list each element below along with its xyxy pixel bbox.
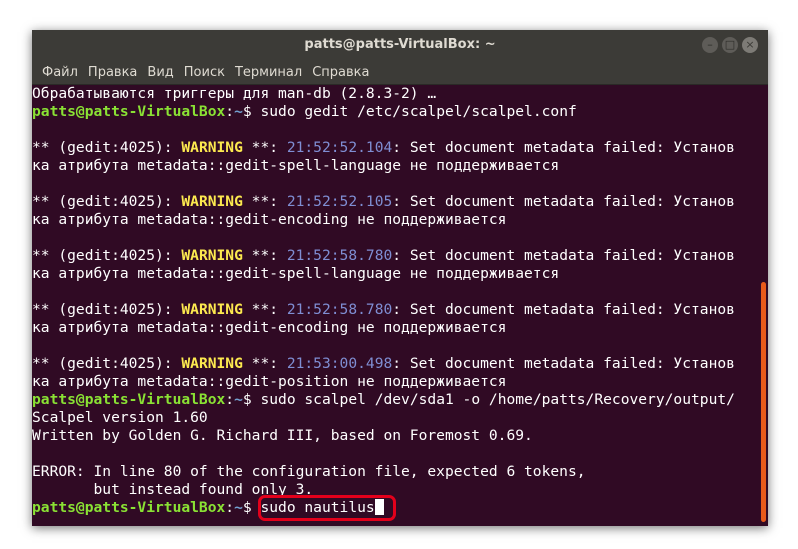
terminal-line: but instead found only 3.: [32, 481, 758, 499]
menu-terminal[interactable]: Терминал: [230, 65, 307, 80]
warning-message: : Set document metadata failed: Установ: [392, 355, 735, 372]
terminal-line: ка атрибута metadata::gedit-encoding не …: [32, 319, 758, 337]
terminal-window: patts@patts-VirtualBox: ~ – □ × Файл Пра…: [32, 30, 768, 526]
warning-source: ** (gedit:4025):: [32, 139, 182, 156]
prompt-path: ~: [234, 499, 243, 516]
menu-file[interactable]: Файл: [37, 65, 83, 80]
window-controls: – □ ×: [702, 37, 758, 53]
prompt-symbol: $: [242, 103, 261, 120]
terminal-line: ка атрибута metadata::gedit-spell-langua…: [32, 265, 758, 283]
warning-source: ** (gedit:4025):: [32, 301, 182, 318]
prompt-line: patts@patts-VirtualBox:~$ sudo gedit /et…: [32, 103, 758, 121]
warning-line: ** (gedit:4025): WARNING **: 21:53:00.49…: [32, 355, 758, 373]
prompt-user: patts@patts-VirtualBox: [32, 499, 226, 516]
warning-stars: **:: [242, 301, 287, 318]
warning-timestamp: 21:52:52.105: [286, 193, 393, 210]
warning-timestamp: 21:52:58.780: [286, 301, 393, 318]
warning-stars: **:: [242, 247, 287, 264]
command-text: sudo gedit /etc/scalpel/scalpel.conf: [260, 103, 577, 120]
terminal-line: ка атрибута metadata::gedit-encoding не …: [32, 211, 758, 229]
output-text: Scalpel version 1.60: [32, 409, 208, 426]
output-text: ка атрибута metadata::gedit-encoding не …: [32, 211, 507, 228]
prompt-separator: :: [225, 391, 235, 408]
prompt-path: ~: [234, 103, 243, 120]
warning-message: : Set document metadata failed: Установ: [392, 193, 735, 210]
warning-level: WARNING: [181, 139, 243, 156]
terminal-line: Scalpel version 1.60: [32, 409, 758, 427]
prompt-path: ~: [234, 391, 243, 408]
menu-view[interactable]: Вид: [142, 65, 178, 80]
warning-timestamp: 21:53:00.498: [286, 355, 393, 372]
warning-message: : Set document metadata failed: Установ: [392, 247, 735, 264]
terminal-line: Обрабатываются триггеры для man-db (2.8.…: [32, 85, 758, 103]
prompt-line: patts@patts-VirtualBox:~$ sudo scalpel /…: [32, 391, 758, 409]
prompt-separator: :: [225, 499, 235, 516]
maximize-button[interactable]: □: [722, 37, 738, 53]
output-text: Written by Golden G. Richard III, based …: [32, 427, 533, 444]
menu-search[interactable]: Поиск: [179, 65, 230, 80]
menu-bar: Файл Правка Вид Поиск Терминал Справка: [32, 60, 768, 85]
terminal-line: ка атрибута metadata::gedit-position не …: [32, 373, 758, 391]
warning-line: ** (gedit:4025): WARNING **: 21:52:58.78…: [32, 301, 758, 319]
terminal-line: ERROR: In line 80 of the configuration f…: [32, 463, 758, 481]
prompt-separator: :: [225, 103, 235, 120]
prompt-symbol: $: [242, 391, 261, 408]
menu-edit[interactable]: Правка: [83, 65, 142, 80]
warning-source: ** (gedit:4025):: [32, 247, 182, 264]
warning-timestamp: 21:52:58.780: [286, 247, 393, 264]
scrollbar[interactable]: [761, 92, 767, 522]
output-text: ка атрибута metadata::gedit-spell-langua…: [32, 157, 560, 174]
output-text: Обрабатываются триггеры для man-db (2.8.…: [32, 85, 437, 102]
output-text: ка атрибута metadata::gedit-encoding не …: [32, 319, 507, 336]
command-text: sudo scalpel /dev/sda1 -o /home/patts/Re…: [260, 391, 735, 408]
terminal-line: ка атрибута metadata::gedit-spell-langua…: [32, 157, 758, 175]
title-bar[interactable]: patts@patts-VirtualBox: ~ – □ ×: [32, 30, 768, 60]
prompt-user: patts@patts-VirtualBox: [32, 103, 226, 120]
minimize-button[interactable]: –: [702, 37, 718, 53]
warning-line: ** (gedit:4025): WARNING **: 21:52:58.78…: [32, 247, 758, 265]
warning-message: : Set document metadata failed: Установ: [392, 139, 735, 156]
warning-line: ** (gedit:4025): WARNING **: 21:52:52.10…: [32, 193, 758, 211]
prompt-user: patts@patts-VirtualBox: [32, 391, 226, 408]
warning-level: WARNING: [181, 193, 243, 210]
warning-source: ** (gedit:4025):: [32, 355, 182, 372]
terminal-line: Written by Golden G. Richard III, based …: [32, 427, 758, 445]
warning-line: ** (gedit:4025): WARNING **: 21:52:52.10…: [32, 139, 758, 157]
warning-level: WARNING: [181, 301, 243, 318]
warning-source: ** (gedit:4025):: [32, 193, 182, 210]
warning-message: : Set document metadata failed: Установ: [392, 301, 735, 318]
output-text: ERROR: In line 80 of the configuration f…: [32, 463, 586, 480]
warning-level: WARNING: [181, 247, 243, 264]
warning-stars: **:: [242, 139, 287, 156]
warning-level: WARNING: [181, 355, 243, 372]
terminal-output[interactable]: Обрабатываются триггеры для man-db (2.8.…: [32, 85, 758, 526]
output-text: ка атрибута metadata::gedit-position не …: [32, 373, 507, 390]
scrollbar-thumb[interactable]: [761, 282, 766, 522]
warning-stars: **:: [242, 193, 287, 210]
window-title: patts@patts-VirtualBox: ~: [304, 37, 496, 52]
warning-stars: **:: [242, 355, 287, 372]
output-text: ка атрибута metadata::gedit-spell-langua…: [32, 265, 560, 282]
menu-help[interactable]: Справка: [307, 65, 374, 80]
warning-timestamp: 21:52:52.104: [286, 139, 393, 156]
close-button[interactable]: ×: [742, 37, 758, 53]
highlight-box: [258, 495, 396, 521]
